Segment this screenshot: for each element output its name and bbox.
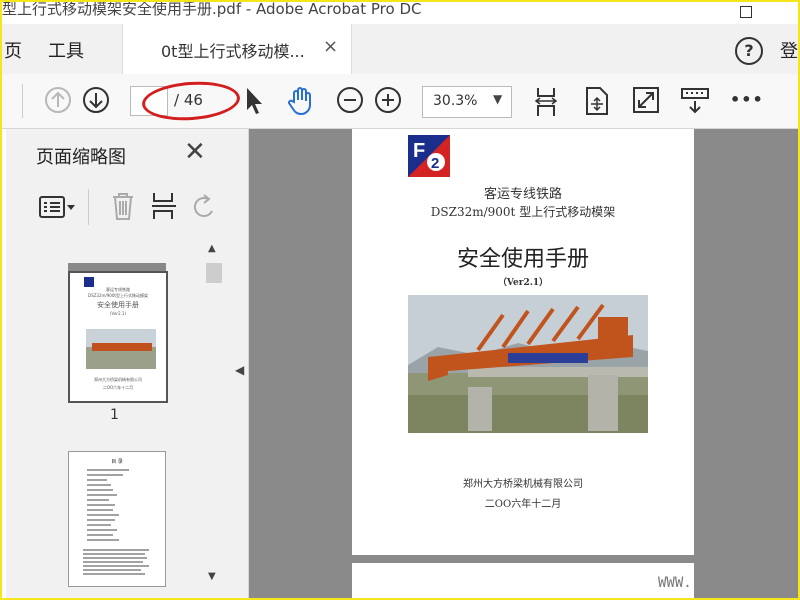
page2-url-text: WWW. bbox=[658, 575, 692, 591]
thumbnail-sidebar: 页面缩略图 ✕ 客运专线铁路 DSZ32m/900t型上行式移动模架 安全使用手… bbox=[6, 129, 233, 598]
app-window: 型上行式移动模架安全使用手册.pdf - Adobe Acrobat Pro D… bbox=[0, 0, 800, 600]
full-screen-icon[interactable] bbox=[632, 86, 660, 114]
svg-text:F: F bbox=[413, 140, 425, 162]
scroll-up-icon[interactable]: ▲ bbox=[208, 243, 216, 254]
doc-subtitle-1: 客运专线铁路 bbox=[483, 187, 562, 202]
help-icon[interactable]: ? bbox=[735, 37, 763, 65]
trash-icon[interactable] bbox=[110, 191, 136, 221]
thumbnail-page-1-header bbox=[68, 263, 166, 271]
thumbnail-page-2[interactable]: 目 录 bbox=[68, 451, 166, 587]
zoom-out-icon[interactable] bbox=[336, 86, 364, 114]
doc-company: 郑州大方桥梁机械有限公司 bbox=[463, 479, 583, 490]
toolbar-divider bbox=[22, 84, 23, 118]
scroll-mode-icon[interactable] bbox=[532, 86, 560, 118]
pdf-page-2: WWW. bbox=[352, 563, 694, 598]
select-cursor-icon[interactable] bbox=[244, 86, 264, 116]
thumbnail-photo bbox=[86, 329, 156, 369]
window-title: 型上行式移动模架安全使用手册.pdf - Adobe Acrobat Pro D… bbox=[2, 0, 422, 18]
thumbnail-list: 客运专线铁路 DSZ32m/900t型上行式移动模架 安全使用手册 (Ver2.… bbox=[6, 237, 206, 597]
menu-bar: 页 工具 0t型上行式移动模... × ? 登 bbox=[2, 24, 798, 75]
page-display-icon[interactable] bbox=[584, 86, 610, 116]
thumbnail-page-1[interactable]: 客运专线铁路 DSZ32m/900t型上行式移动模架 安全使用手册 (Ver2.… bbox=[68, 271, 168, 403]
document-tab[interactable]: 0t型上行式移动模... × bbox=[122, 24, 352, 74]
scroll-down-icon[interactable]: ▼ bbox=[208, 571, 216, 582]
thumbnail-options-icon[interactable] bbox=[38, 193, 78, 221]
rotate-icon[interactable] bbox=[192, 193, 218, 221]
thumb-bridge bbox=[92, 343, 152, 351]
close-panel-icon[interactable]: ✕ bbox=[184, 137, 206, 167]
close-tab-icon[interactable]: × bbox=[323, 36, 338, 57]
sign-in-button[interactable]: 登 bbox=[780, 37, 798, 63]
doc-version: （Ver2.1） bbox=[497, 278, 549, 288]
document-viewer[interactable]: F 2 客运专线铁路 DSZ32m/900t 型上行式移动模架 安全使用手册 （… bbox=[249, 129, 798, 598]
doc-title: 安全使用手册 bbox=[456, 247, 589, 272]
thumb-toc-heading: 目 录 bbox=[111, 459, 123, 465]
maximize-icon[interactable] bbox=[740, 6, 752, 18]
menu-tools[interactable]: 工具 bbox=[48, 37, 84, 63]
zoom-in-icon[interactable] bbox=[374, 86, 402, 114]
thumb-company: 郑州大方桥梁机械有限公司 bbox=[94, 377, 142, 382]
thumbnail-scrollbar[interactable]: ▲ ▼ bbox=[204, 239, 222, 598]
thumbnail-text: 客运专线铁路 DSZ32m/900t型上行式移动模架 安全使用手册 (Ver2.… bbox=[70, 287, 166, 317]
menu-home[interactable]: 页 bbox=[4, 37, 22, 63]
sidebar-toolbar bbox=[6, 185, 232, 231]
sidebar-title: 页面缩略图 bbox=[36, 147, 126, 168]
insert-page-icon[interactable] bbox=[150, 191, 178, 221]
doc-date: 二OO六年十二月 bbox=[484, 499, 562, 510]
zoom-value: 30.3% bbox=[433, 93, 478, 109]
scroll-thumb[interactable] bbox=[206, 263, 222, 283]
company-logo: F 2 bbox=[408, 135, 450, 177]
sidebar-collapse-handle[interactable]: ◀ bbox=[232, 129, 249, 598]
chevron-left-icon[interactable]: ◀ bbox=[235, 363, 244, 377]
thumb-line: (Ver2.1) bbox=[109, 311, 126, 316]
thumbnail-logo bbox=[84, 277, 94, 287]
hand-tool-icon[interactable] bbox=[286, 86, 316, 116]
tab-label: 0t型上行式移动模... bbox=[161, 42, 305, 61]
thumbnail-toc-lines bbox=[83, 469, 149, 575]
toolbar: / 46 30.3% ▼ ••• bbox=[2, 74, 798, 129]
previous-page-icon[interactable] bbox=[44, 86, 72, 114]
more-tools-icon[interactable]: ••• bbox=[730, 90, 764, 109]
chevron-down-icon: ▼ bbox=[493, 92, 503, 106]
thumb-line: 安全使用手册 bbox=[97, 301, 139, 309]
svg-text:2: 2 bbox=[431, 155, 439, 172]
sidebar-divider bbox=[88, 189, 89, 225]
doc-subtitle-2: DSZ32m/900t 型上行式移动模架 bbox=[430, 205, 616, 219]
pdf-page-1: F 2 客运专线铁路 DSZ32m/900t 型上行式移动模架 安全使用手册 （… bbox=[352, 129, 694, 555]
title-bar: 型上行式移动模架安全使用手册.pdf - Adobe Acrobat Pro D… bbox=[2, 2, 798, 24]
thumb-date: 二OO六年十二月 bbox=[102, 385, 134, 390]
read-mode-icon[interactable] bbox=[680, 86, 710, 114]
bridge-photo bbox=[408, 295, 648, 433]
next-page-icon[interactable] bbox=[82, 86, 110, 114]
thumbnail-page-1-label: 1 bbox=[110, 407, 119, 423]
zoom-select[interactable]: 30.3% ▼ bbox=[422, 86, 512, 118]
